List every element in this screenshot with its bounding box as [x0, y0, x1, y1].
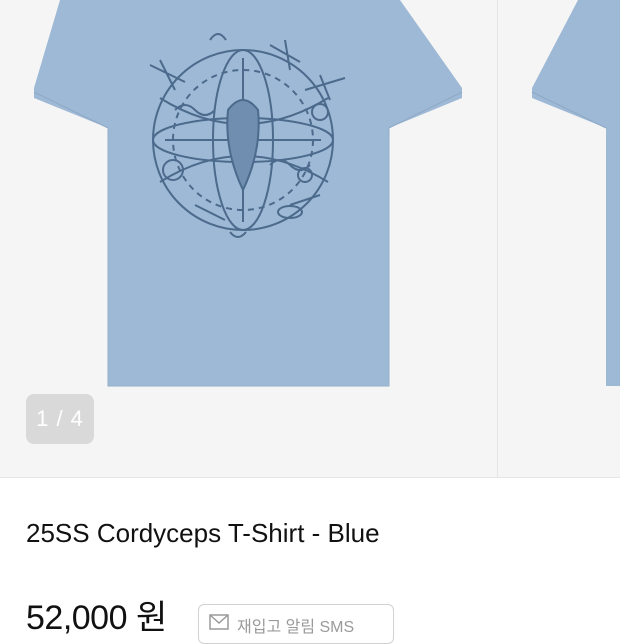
- restock-sms-button[interactable]: 재입고 알림 SMS: [198, 604, 394, 644]
- tshirt-image-next: [531, 0, 620, 386]
- restock-sms-label: 재입고 알림 SMS: [237, 619, 355, 636]
- gallery-slide-next[interactable]: [497, 0, 620, 477]
- product-image-gallery[interactable]: 1 / 4: [0, 0, 620, 478]
- envelope-icon: [209, 614, 229, 630]
- gallery-slide-current[interactable]: 1 / 4: [0, 0, 494, 477]
- price-row: 52,000 원 재입고 알림 SMS: [26, 590, 606, 644]
- product-title: 25SS Cordyceps T-Shirt - Blue: [26, 518, 380, 548]
- image-counter: 1 / 4: [26, 394, 94, 444]
- product-price: 52,000 원: [26, 599, 167, 637]
